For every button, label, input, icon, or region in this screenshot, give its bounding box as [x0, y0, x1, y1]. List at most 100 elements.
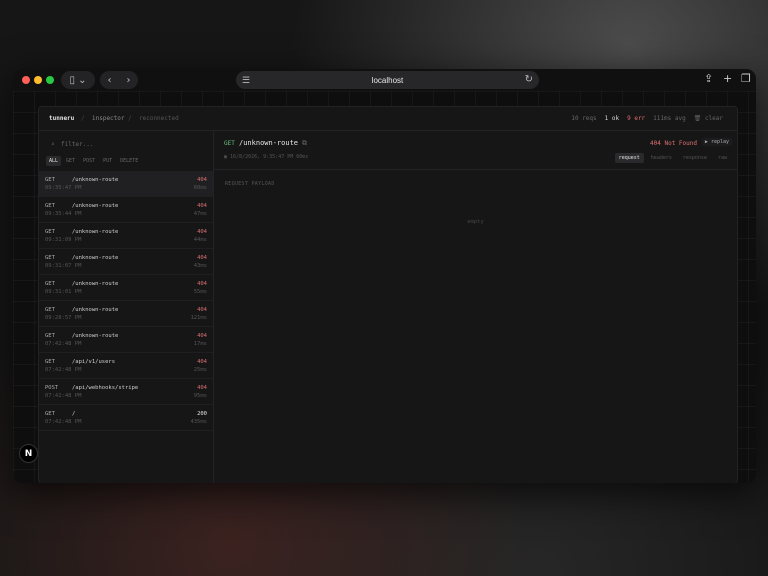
- method-tab-all[interactable]: ALL: [46, 156, 62, 166]
- request-status: 404: [197, 307, 207, 313]
- request-path: /unknown-route: [72, 229, 119, 235]
- tab-headers[interactable]: headers: [647, 153, 676, 163]
- clear-button[interactable]: 🗑 clear: [694, 115, 723, 122]
- request-time: 09:31:01 PM: [45, 289, 82, 295]
- zoom-window-button[interactable]: [46, 76, 54, 84]
- empty-state: empty: [467, 219, 484, 225]
- request-detail: GET /unknown-route ⧉ 404 Not Found ▶ rep…: [214, 131, 737, 483]
- new-tab-icon[interactable]: +: [723, 72, 732, 85]
- trash-icon: 🗑: [693, 115, 702, 122]
- detail-path: /unknown-route: [239, 139, 299, 147]
- request-time: 07:42:48 PM: [45, 367, 82, 373]
- method-tab-put[interactable]: PUT: [100, 156, 115, 166]
- request-status: 404: [197, 385, 207, 391]
- request-row[interactable]: GET/unknown-route 404 07:42:48 PM 17ms: [39, 327, 213, 353]
- request-list: GET/unknown-route 404 09:35:47 PM 60ms GET/u…: [39, 171, 213, 431]
- request-path: /api/webhooks/stripe: [72, 385, 139, 391]
- request-status: 404: [197, 203, 207, 209]
- play-icon: ▶: [704, 139, 708, 145]
- sidebar-toggle-button[interactable]: ▯ ⌄: [61, 71, 95, 89]
- request-path: /unknown-route: [72, 281, 119, 287]
- stat-ok: 1 ok: [604, 115, 620, 122]
- request-time: 09:31:07 PM: [45, 263, 82, 269]
- tab-request[interactable]: request: [614, 153, 644, 163]
- request-row[interactable]: GET/unknown-route 404 09:31:01 PM 55ms: [39, 275, 213, 301]
- payload-label: REQUEST PAYLOAD: [225, 181, 275, 187]
- filter-input[interactable]: ⌕ filter...: [47, 139, 205, 151]
- method-tab-get[interactable]: GET: [63, 156, 78, 166]
- request-method: GET: [45, 177, 55, 183]
- request-row[interactable]: GET/unknown-route 404 09:31:07 PM 43ms: [39, 249, 213, 275]
- request-status: 404: [197, 177, 207, 183]
- forward-icon[interactable]: ›: [119, 75, 138, 86]
- breadcrumb-inspector: inspector: [92, 115, 125, 122]
- stat-reqs: 10 reqs: [571, 115, 597, 122]
- request-row[interactable]: GET / 200 07:42:48 PM 435ms: [39, 405, 213, 431]
- request-duration: 60ms: [193, 185, 207, 191]
- request-path: /unknown-route: [72, 203, 119, 209]
- tab-raw[interactable]: raw: [714, 153, 731, 163]
- brand-name: tunneru: [49, 115, 75, 122]
- reload-icon[interactable]: ↻: [525, 74, 533, 85]
- address-text: localhost: [371, 75, 404, 85]
- replay-button[interactable]: ▶ replay: [701, 138, 732, 146]
- request-row[interactable]: GET/unknown-route 404 09:28:57 PM 121ms: [39, 301, 213, 327]
- request-duration: 95ms: [193, 393, 207, 399]
- browser-window: ▯ ⌄ ‹ › ☰ localhost ↻ ⇪ + ❐ tunneru / in…: [13, 69, 756, 483]
- request-row[interactable]: GET/unknown-route 404 09:35:47 PM 60ms: [39, 171, 213, 197]
- request-method: GET: [45, 229, 55, 235]
- request-method: GET: [45, 307, 55, 313]
- request-duration: 121ms: [190, 315, 207, 321]
- request-row[interactable]: GET/unknown-route 404 09:31:09 PM 44ms: [39, 223, 213, 249]
- search-icon: ⌕: [51, 141, 55, 148]
- request-path: /unknown-route: [72, 177, 119, 183]
- request-time: 07:42:48 PM: [45, 341, 82, 347]
- request-method: GET: [45, 255, 55, 261]
- next-dev-badge[interactable]: N: [19, 444, 38, 463]
- method-tab-post[interactable]: POST: [80, 156, 98, 166]
- connection-status: reconnected: [139, 115, 179, 122]
- request-duration: 435ms: [190, 419, 207, 425]
- detail-header: GET /unknown-route ⧉ 404 Not Found ▶ rep…: [214, 131, 737, 170]
- tab-overview-icon[interactable]: ❐: [741, 72, 751, 85]
- request-duration: 25ms: [193, 367, 207, 373]
- close-window-button[interactable]: [22, 76, 30, 84]
- request-status: 404: [197, 359, 207, 365]
- minimize-window-button[interactable]: [34, 76, 42, 84]
- request-duration: 47ms: [193, 211, 207, 217]
- request-duration: 17ms: [193, 341, 207, 347]
- share-icon[interactable]: ⇪: [704, 72, 713, 85]
- tab-response[interactable]: response: [679, 153, 711, 163]
- inspector-panel: tunneru / inspector / reconnected 10 req…: [38, 106, 738, 483]
- request-time: 09:31:09 PM: [45, 237, 82, 243]
- sidebar-icon: ▯: [69, 74, 75, 86]
- request-method: GET: [45, 411, 55, 417]
- request-path: /unknown-route: [72, 307, 119, 313]
- page-settings-icon[interactable]: ☰: [242, 75, 250, 86]
- copy-icon[interactable]: ⧉: [302, 139, 307, 148]
- request-method: GET: [45, 333, 55, 339]
- detail-status: 404 Not Found: [650, 140, 697, 147]
- page-canvas: tunneru / inspector / reconnected 10 req…: [13, 91, 756, 483]
- method-tab-delete[interactable]: DELETE: [117, 156, 141, 166]
- request-path: /: [72, 411, 76, 417]
- request-row[interactable]: GET/api/v1/users 404 07:42:48 PM 25ms: [39, 353, 213, 379]
- filter-placeholder: filter...: [61, 141, 94, 148]
- browser-titlebar: ▯ ⌄ ‹ › ☰ localhost ↻ ⇪ + ❐: [13, 69, 756, 91]
- request-status: 404: [197, 281, 207, 287]
- request-row[interactable]: GET/unknown-route 404 09:35:44 PM 47ms: [39, 197, 213, 223]
- back-icon[interactable]: ‹: [100, 75, 119, 86]
- detail-tabs: request headers response raw: [614, 153, 731, 163]
- request-path: /api/v1/users: [72, 359, 116, 365]
- request-duration: 55ms: [193, 289, 207, 295]
- request-method: GET: [45, 281, 55, 287]
- chevron-down-icon: ⌄: [78, 74, 87, 86]
- request-time: 09:35:44 PM: [45, 211, 82, 217]
- request-row[interactable]: POST/api/webhooks/stripe 404 07:42:48 PM 95…: [39, 379, 213, 405]
- stat-err: 9 err: [627, 115, 646, 122]
- detail-method: GET: [224, 140, 235, 147]
- address-bar[interactable]: ☰ localhost ↻: [236, 71, 539, 89]
- request-path: /unknown-route: [72, 333, 119, 339]
- request-status: 200: [197, 411, 207, 417]
- request-sidebar: ⌕ filter... ALL GET POST PUT DELETE GET /…: [39, 131, 214, 483]
